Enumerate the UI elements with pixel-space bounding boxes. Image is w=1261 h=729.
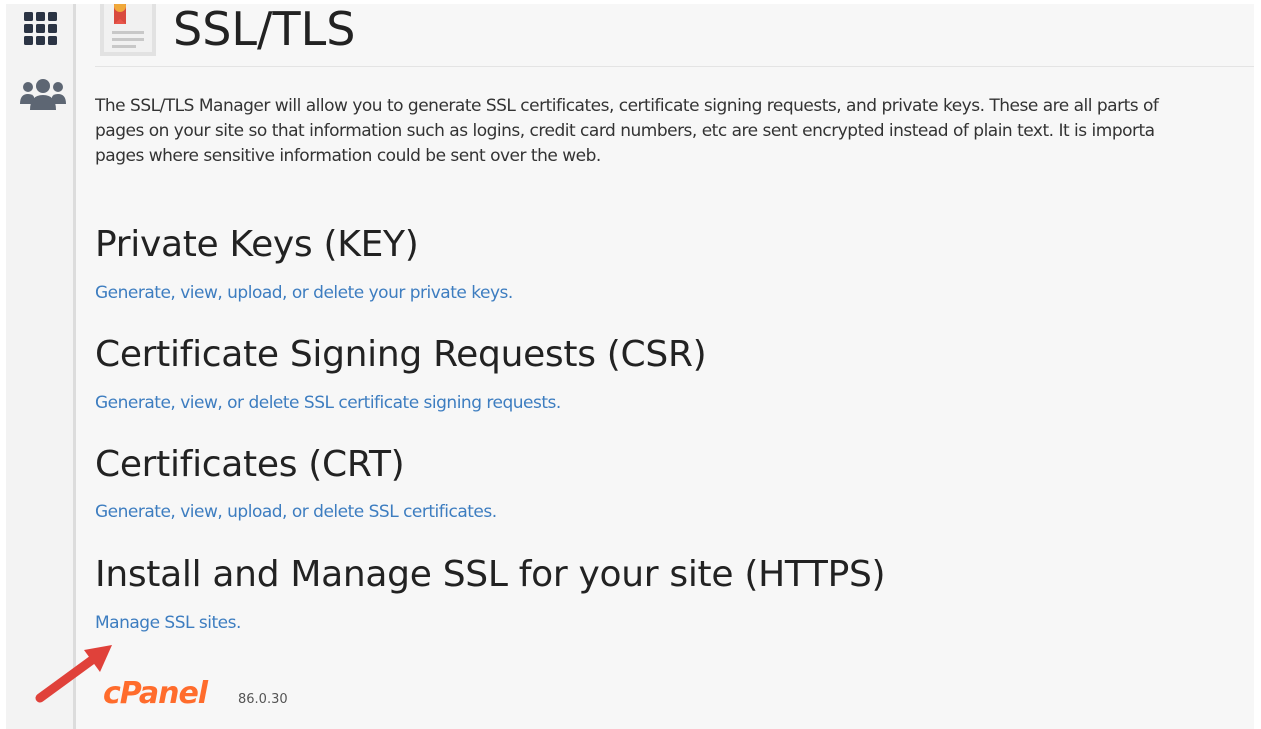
users-icon[interactable]	[18, 78, 68, 112]
section-heading-certificates: Certificates (CRT)	[95, 444, 405, 485]
certificates-link[interactable]: Generate, view, upload, or delete SSL ce…	[95, 502, 497, 522]
grid-icon[interactable]	[24, 12, 58, 46]
description-line: The SSL/TLS Manager will allow you to ge…	[95, 96, 1159, 116]
app-frame: SSL/TLS The SSL/TLS Manager will allow y…	[6, 4, 1254, 729]
csr-link[interactable]: Generate, view, or delete SSL certificat…	[95, 393, 561, 413]
page-title: SSL/TLS	[173, 4, 356, 56]
main-content: SSL/TLS The SSL/TLS Manager will allow y…	[95, 4, 1254, 729]
description-line: pages on your site so that information s…	[95, 121, 1155, 141]
section-heading-install-ssl: Install and Manage SSL for your site (HT…	[95, 554, 886, 595]
section-heading-csr: Certificate Signing Requests (CSR)	[95, 334, 707, 375]
page-description: The SSL/TLS Manager will allow you to ge…	[95, 94, 1254, 169]
private-keys-link[interactable]: Generate, view, upload, or delete your p…	[95, 283, 513, 303]
sidebar	[6, 4, 76, 729]
certificate-icon	[100, 4, 156, 56]
section-heading-private-keys: Private Keys (KEY)	[95, 224, 419, 265]
cpanel-logo: cPanel	[103, 676, 208, 711]
manage-ssl-sites-link[interactable]: Manage SSL sites.	[95, 613, 241, 633]
description-line: pages where sensitive information could …	[95, 146, 601, 166]
version-number: 86.0.30	[238, 692, 288, 707]
red-arrow-annotation	[35, 645, 112, 703]
page-header: SSL/TLS	[95, 4, 1254, 67]
